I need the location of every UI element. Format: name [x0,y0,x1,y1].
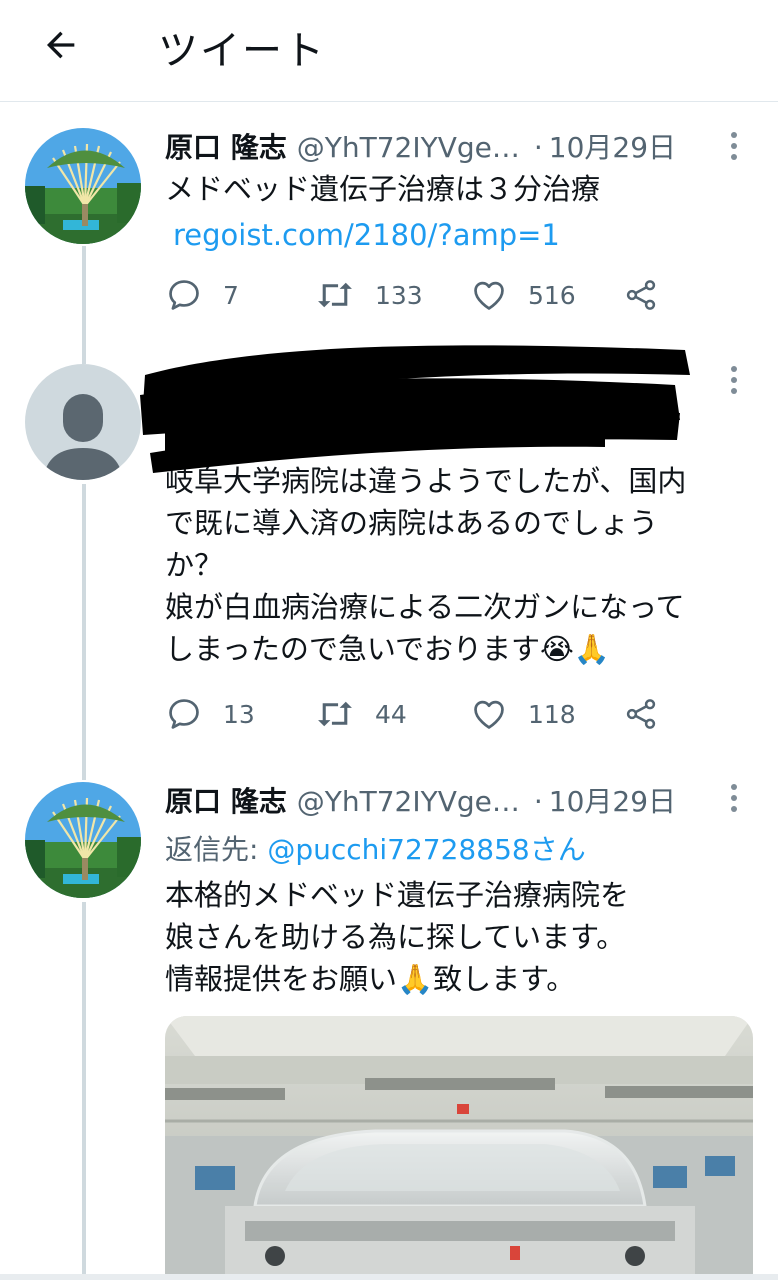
tweet-link[interactable]: regoist.com/2180/?amp=1 [173,214,768,256]
more-options-button[interactable] [722,126,746,166]
like-count: 516 [528,280,576,310]
reply-button[interactable]: 7 [165,273,239,317]
tweet-media-image[interactable] [165,1016,753,1280]
replying-to: 返信先: @pucchi72728858さん [165,828,586,868]
more-options-button[interactable] [722,360,746,400]
more-icon-dot [731,132,737,138]
more-icon-dot [731,795,737,801]
retweet-button[interactable]: 44 [315,692,407,736]
default-avatar[interactable] [25,364,141,480]
tweet-text-line: か？ [165,548,224,582]
reply-icon [169,280,199,310]
medbed-pod-image [165,1016,753,1280]
thread-line [82,484,86,780]
tweet-date[interactable]: 10月29日 [549,126,676,166]
tweet-text-line: 情報提供をお願い🙏致します。 [165,962,576,996]
reply-count: 7 [223,280,239,310]
author-name[interactable]: 原口 隆志 [165,780,287,820]
reply-icon [169,699,199,729]
more-icon-dot [731,154,737,160]
tweet-text: 岐阜大学病院は違うようでしたが、国内 で既に導入済の病院はあるのでしょう か？ … [165,460,760,670]
retweet-icon [318,701,352,727]
retweet-button[interactable]: 133 [315,273,423,317]
share-icon [626,699,656,729]
tweet-text: 本格的メドベッド遺伝子治療病院を 娘さんを助ける為に探しています。 情報提供をお… [165,874,760,1000]
tweet-date[interactable]: 10月29日 [549,780,676,820]
palm-tree-avatar-icon [25,128,141,244]
arrow-left-icon [47,31,75,59]
tweet-text-line: 本格的メドベッド遺伝子治療病院を [165,878,630,912]
tweet-text: メドベッド遺伝子治療は３分治療 [165,172,601,206]
redaction-scribble [140,345,690,473]
bottom-divider [0,1274,778,1280]
retweet-count: 44 [375,699,407,729]
tweet-text-line: しまったので急いでおります😭🙏 [165,632,610,666]
avatar[interactable] [25,782,141,898]
like-button[interactable]: 118 [470,692,576,736]
more-icon-dot [731,806,737,812]
reply-count: 13 [223,699,255,729]
top-bar: ツイート [0,0,778,102]
separator-dot: · [533,785,543,818]
reply-mention-link[interactable]: @pucchi72728858さん [267,833,585,866]
thread-line [82,246,86,364]
tweet-text-line: 娘が白血病治療による二次ガンになって [165,590,685,624]
heart-icon [474,700,504,729]
more-icon-dot [731,143,737,149]
more-icon-dot [731,366,737,372]
more-icon-dot [731,784,737,790]
author-handle[interactable]: @YhT72IYVge… [297,785,520,818]
tweet-header: 原口 隆志 @YhT72IYVge… · 10月29日 [165,780,676,820]
like-button[interactable]: 516 [470,273,576,317]
back-button[interactable] [38,22,84,68]
reply-to-label: 返信先: [165,833,268,866]
more-icon-dot [731,388,737,394]
retweet-count: 133 [375,280,423,310]
default-profile-icon [25,364,141,480]
palm-tree-avatar-icon [25,782,141,898]
more-options-button[interactable] [722,778,746,818]
tweet-text-line: で既に導入済の病院はあるのでしょう [165,506,659,540]
avatar[interactable] [25,128,141,244]
retweet-icon [318,282,352,308]
author-handle[interactable]: @YhT72IYVge… [297,131,520,164]
thread-line [82,902,86,1280]
tweet-actions: 7 133 516 [165,273,685,317]
tweet-header: 原口 隆志 @YhT72IYVge… · 10月29日 [165,126,676,166]
share-button[interactable] [623,273,659,317]
author-name[interactable]: 原口 隆志 [165,126,287,166]
page-title: ツイート [158,28,326,74]
share-button[interactable] [623,692,659,736]
like-count: 118 [528,699,576,729]
heart-icon [474,281,504,310]
more-icon-dot [731,377,737,383]
separator-dot: · [533,131,543,164]
tweet-text-line: 娘さんを助ける為に探しています。 [165,920,626,954]
reply-button[interactable]: 13 [165,692,255,736]
tweet-actions: 13 44 118 [165,692,685,736]
share-icon [626,280,656,310]
